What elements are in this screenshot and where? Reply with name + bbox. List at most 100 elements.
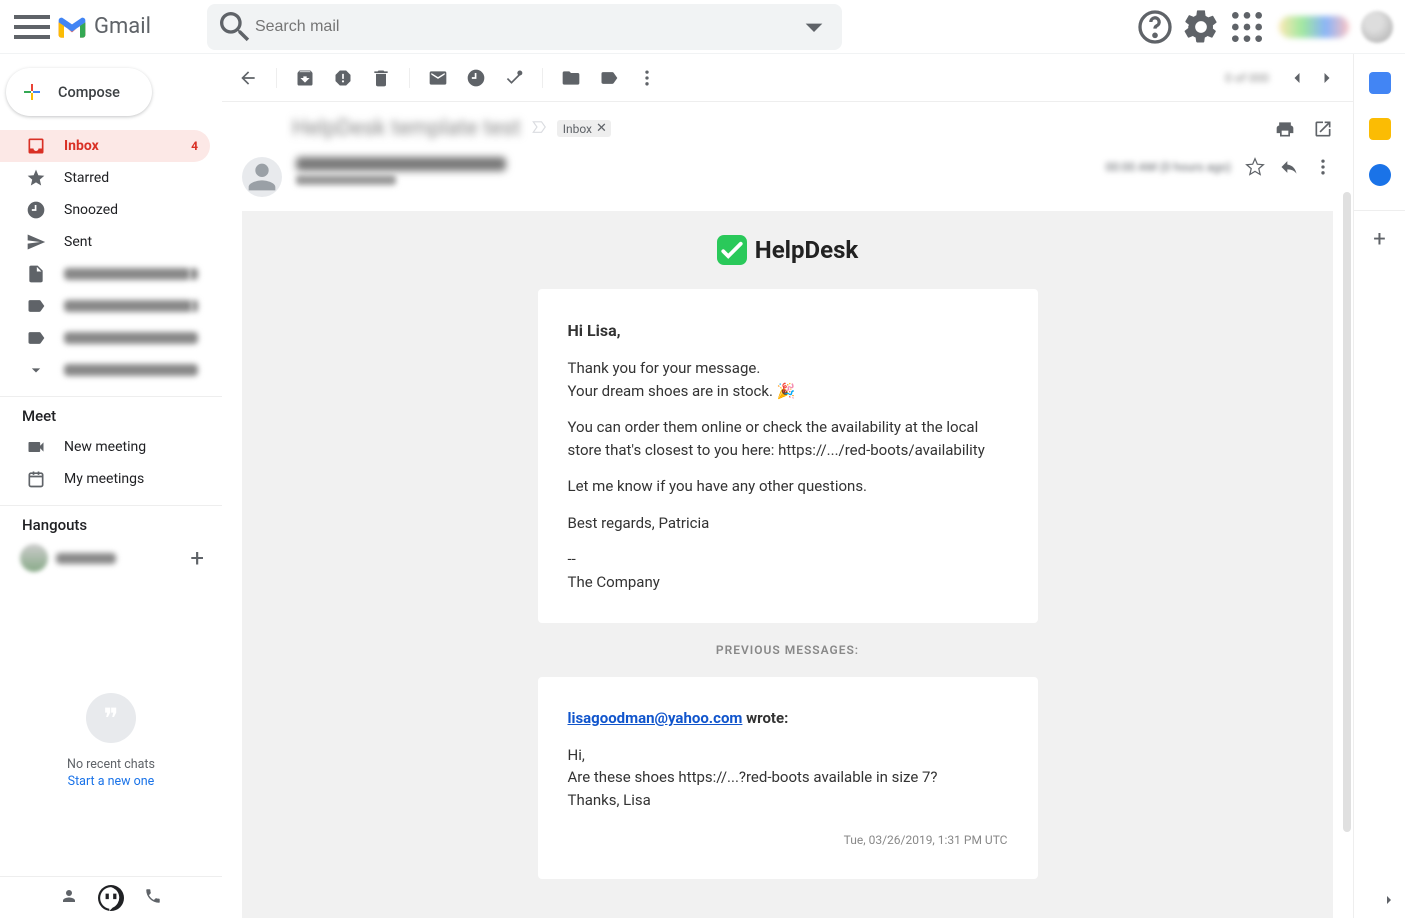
search-icon[interactable] <box>215 7 255 47</box>
reply-button[interactable] <box>1279 157 1299 177</box>
plus-icon <box>20 80 44 104</box>
helpdesk-logo: HelpDesk <box>242 235 1333 265</box>
sender-avatar[interactable] <box>242 157 282 197</box>
profile-avatar[interactable] <box>1361 11 1393 43</box>
video-icon <box>26 437 46 457</box>
nav-label-redacted <box>64 300 192 312</box>
open-in-new-button[interactable] <box>1313 119 1333 139</box>
original-sender-link[interactable]: lisagoodman@yahoo.com <box>568 709 743 727</box>
delete-button[interactable] <box>371 68 391 88</box>
main-content: 0 of 000 HelpDesk template test Inbox ✕ <box>222 54 1353 918</box>
archive-button[interactable] <box>295 68 315 88</box>
body-line2: Your dream shoes are in stock. 🎉 <box>568 382 796 400</box>
wrote-suffix: wrote: <box>742 709 788 727</box>
spam-button[interactable] <box>333 68 353 88</box>
company-name: The Company <box>568 573 660 591</box>
more-button[interactable] <box>637 68 657 88</box>
app-header: Gmail <box>0 0 1405 54</box>
main-menu-button[interactable] <box>8 3 56 51</box>
gmail-logo[interactable]: Gmail <box>56 14 151 39</box>
compose-label: Compose <box>58 84 120 101</box>
hangouts-tab-icon[interactable] <box>98 885 124 911</box>
helpdesk-check-icon <box>717 235 747 265</box>
previous-message-card: lisagoodman@yahoo.com wrote: Hi,Are thes… <box>538 677 1038 879</box>
prev-message-button[interactable] <box>1287 68 1307 88</box>
message-more-button[interactable] <box>1313 157 1333 177</box>
settings-button[interactable] <box>1181 7 1221 47</box>
account-switcher[interactable] <box>1279 16 1349 38</box>
side-panel-toggle[interactable] <box>1381 892 1397 912</box>
subject-text-redacted: HelpDesk template test <box>292 116 521 141</box>
chip-text: Inbox <box>563 122 592 136</box>
clock-icon <box>26 200 46 220</box>
message-toolbar: 0 of 000 <box>222 54 1353 102</box>
snooze-button[interactable] <box>466 68 486 88</box>
nav-sent[interactable]: Sent <box>0 226 210 258</box>
nav-count: 4 <box>191 139 198 153</box>
get-addons-button[interactable]: + <box>1354 210 1405 252</box>
nav-drafts[interactable] <box>0 258 210 290</box>
scrollbar[interactable] <box>1343 192 1351 832</box>
move-to-button[interactable] <box>561 68 581 88</box>
sender-email-redacted <box>296 157 506 171</box>
labels-button[interactable] <box>599 68 619 88</box>
print-button[interactable] <box>1275 119 1295 139</box>
nav-label: Sent <box>64 234 198 250</box>
nav-label: Starred <box>64 170 198 186</box>
apps-button[interactable] <box>1227 7 1267 47</box>
bottom-icon-bar <box>0 876 222 918</box>
email-message-card: Hi Lisa, Thank you for your message.Your… <box>538 289 1038 623</box>
nav-label-redacted <box>64 364 198 376</box>
reply-timestamp: Tue, 03/26/2019, 1:31 PM UTC <box>568 831 1008 849</box>
contacts-icon[interactable] <box>60 887 78 909</box>
pagination-info-redacted: 0 of 000 <box>1225 71 1269 85</box>
inbox-icon <box>26 136 46 156</box>
nav-label-redacted <box>64 332 198 344</box>
star-message-button[interactable] <box>1245 157 1265 177</box>
next-message-button[interactable] <box>1317 68 1337 88</box>
search-options-icon[interactable] <box>794 7 834 47</box>
previous-messages-label: PREVIOUS MESSAGES: <box>242 643 1333 657</box>
meet-section-header: Meet <box>0 396 222 431</box>
reply-line1: Hi, <box>568 746 585 764</box>
sig-divider: -- <box>568 550 576 568</box>
message-view: HelpDesk template test Inbox ✕ 00:00 AM (… <box>222 102 1353 918</box>
nav-label: My meetings <box>64 471 198 487</box>
hangouts-add-button[interactable]: + <box>190 544 204 572</box>
calendar-addon-icon[interactable] <box>1369 72 1391 94</box>
label-icon <box>26 296 46 316</box>
nav-starred[interactable]: Starred <box>0 162 210 194</box>
label-icon <box>26 328 46 348</box>
phone-icon[interactable] <box>144 887 162 909</box>
search-bar[interactable] <box>207 4 842 50</box>
message-date-redacted: 00:00 AM (0 hours ago) <box>1105 160 1231 174</box>
tasks-addon-icon[interactable] <box>1369 164 1391 186</box>
inbox-label-chip[interactable]: Inbox ✕ <box>557 120 611 137</box>
support-button[interactable] <box>1135 7 1175 47</box>
nav-snoozed[interactable]: Snoozed <box>0 194 210 226</box>
start-new-chat-link[interactable]: Start a new one <box>68 774 155 789</box>
reply-line3: Thanks, Lisa <box>568 791 651 809</box>
body-line4: Let me know if you have any other questi… <box>568 475 1008 498</box>
nav-inbox[interactable]: Inbox 4 <box>0 130 210 162</box>
greeting: Hi Lisa, <box>568 319 1008 343</box>
importance-marker[interactable] <box>531 118 549 140</box>
compose-button[interactable]: Compose <box>6 68 152 116</box>
star-icon <box>26 168 46 188</box>
add-to-tasks-button[interactable] <box>504 68 524 88</box>
nav-custom-label-1[interactable] <box>0 290 210 322</box>
keep-addon-icon[interactable] <box>1369 118 1391 140</box>
search-input[interactable] <box>255 18 794 36</box>
calendar-icon <box>26 469 46 489</box>
nav-more[interactable] <box>0 354 210 386</box>
chevron-down-icon <box>26 360 46 380</box>
nav-custom-label-2[interactable] <box>0 322 210 354</box>
mark-unread-button[interactable] <box>428 68 448 88</box>
hangouts-user-row[interactable]: + <box>0 540 222 576</box>
quote-icon: ❞ <box>86 693 136 743</box>
chip-remove-icon[interactable]: ✕ <box>596 121 607 136</box>
meet-new-meeting[interactable]: New meeting <box>0 431 210 463</box>
back-button[interactable] <box>238 68 258 88</box>
signoff: Best regards, Patricia <box>568 512 1008 535</box>
meet-my-meetings[interactable]: My meetings <box>0 463 210 495</box>
